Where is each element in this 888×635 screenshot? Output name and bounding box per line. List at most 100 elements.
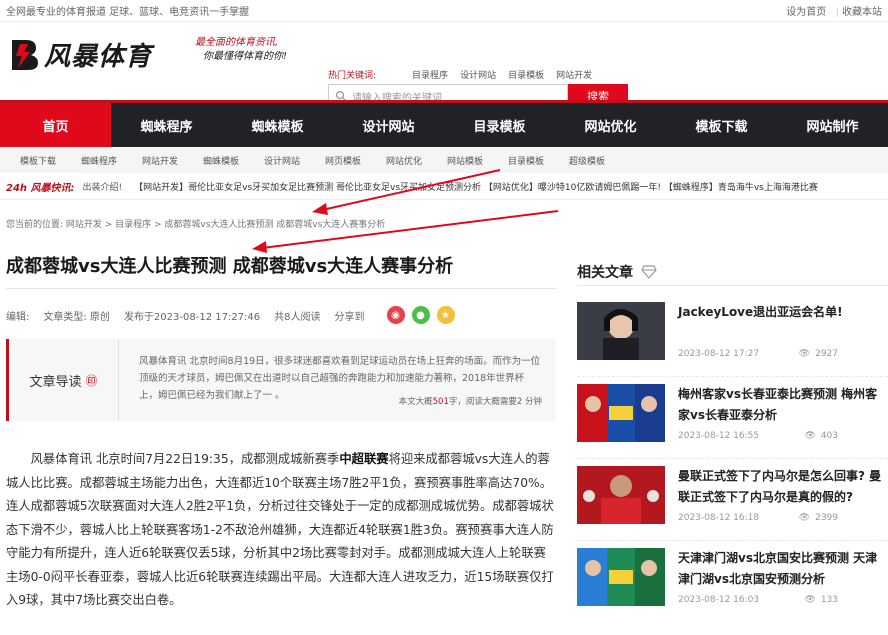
divider bbox=[577, 285, 888, 286]
breadcrumb[interactable]: 您当前的位置: 网站开发 > 目录程序 > 成都蓉城vs大连人比赛预测 成都蓉城… bbox=[6, 217, 385, 230]
related-title-link[interactable]: 天津津门湖vs北京国安比赛预测 天津津门湖vs北京国安预测分析 bbox=[678, 548, 883, 590]
guide-body: 风暴体育讯 北京时间8月19日，很多球迷都喜欢看到足球运动员在场上狂奔的场面。而… bbox=[119, 339, 556, 421]
divider bbox=[577, 540, 888, 541]
related-thumbnail[interactable] bbox=[577, 384, 665, 442]
slogan-line-2: 你最懂得体育的你! bbox=[203, 51, 288, 62]
guide-label: 文章导读㊞ bbox=[9, 339, 119, 421]
nav-item[interactable]: 目录模板 bbox=[444, 103, 555, 147]
article-text: 将迎来成都蓉城vs大连人的蓉城人比比赛。成都蓉城主场能力出色，大连都近10个联赛… bbox=[6, 452, 554, 607]
meta-share-label: 分享到 bbox=[334, 311, 365, 323]
related-card[interactable]: JackeyLove退出亚运会名单! 2023-08-12 17:27 👁 292… bbox=[577, 302, 888, 384]
subnav-item[interactable]: 设计网站 bbox=[264, 154, 325, 167]
hot-keyword[interactable]: 设计网站 bbox=[460, 68, 496, 81]
nav-item[interactable]: 网站优化 bbox=[555, 103, 666, 147]
ticker-item[interactable]: 【蜘蛛程序】青岛海牛vs上海海港比赛 bbox=[664, 183, 818, 193]
related-thumbnail[interactable] bbox=[577, 548, 665, 606]
related-date: 2023-08-12 17:27 bbox=[678, 349, 760, 359]
related-thumbnail[interactable] bbox=[577, 466, 665, 524]
divider: | bbox=[835, 7, 839, 18]
top-strip: 全网最专业的体育报道 足球、篮球、电竞资讯一手掌握 设为首页 | 收藏本站 bbox=[0, 0, 888, 22]
view-count: 👁 2927 bbox=[799, 349, 838, 359]
subnav-item[interactable]: 蜘蛛模板 bbox=[203, 154, 264, 167]
eye-icon: 👁 bbox=[798, 349, 811, 359]
player-photo-icon bbox=[577, 302, 665, 360]
guide-icon: ㊞ bbox=[85, 373, 98, 388]
view-count: 👁 403 bbox=[804, 431, 838, 441]
nav-item-home[interactable]: 首页 bbox=[0, 103, 111, 147]
header: 风暴体育 最全面的体育资讯, 你最懂得体育的你! 热门关键词: 目录程序 设计网… bbox=[0, 22, 888, 108]
views-number: 2927 bbox=[815, 349, 838, 359]
subnav-item[interactable]: 网页模板 bbox=[325, 154, 386, 167]
wechat-icon[interactable]: ● bbox=[411, 306, 430, 324]
subnav-item[interactable]: 模板下载 bbox=[20, 154, 81, 167]
eye-icon: 👁 bbox=[798, 513, 811, 523]
main-nav: 首页 蜘蛛程序 蜘蛛模板 设计网站 目录模板 网站优化 模板下载 网站制作 bbox=[0, 100, 888, 147]
weibo-icon[interactable]: ◉ bbox=[386, 306, 405, 324]
hot-keyword[interactable]: 目录程序 bbox=[412, 68, 448, 81]
logo-mark-icon bbox=[12, 39, 38, 70]
view-count: 👁 2399 bbox=[799, 513, 838, 523]
match-poster-icon bbox=[577, 548, 665, 606]
meta-type: 文章类型: 原创 bbox=[43, 311, 110, 323]
subnav-item[interactable]: 目录模板 bbox=[508, 154, 569, 167]
eye-icon: 👁 bbox=[804, 431, 816, 441]
views-number: 133 bbox=[820, 595, 838, 605]
word-count: 本文大概501字，阅读大概需要2 分钟 bbox=[399, 394, 542, 411]
views-number: 403 bbox=[820, 431, 838, 441]
meta-reads: 共8人阅读 bbox=[274, 311, 321, 323]
ticker-first[interactable]: 出装介绍! bbox=[83, 180, 123, 193]
divider bbox=[6, 288, 556, 289]
guide-label-text: 文章导读 bbox=[29, 374, 82, 390]
site-logo[interactable]: 风暴体育 bbox=[8, 36, 152, 73]
subnav-item[interactable]: 蜘蛛程序 bbox=[81, 154, 142, 167]
article-keyword-link[interactable]: 中超联赛 bbox=[339, 452, 388, 466]
nav-item[interactable]: 设计网站 bbox=[333, 103, 444, 147]
article-body: 风暴体育讯 北京时间7月22日19:35，成都测成城新赛季中超联赛将迎来成都蓉城… bbox=[6, 448, 556, 613]
ticker-item[interactable]: 【网站开发】哥伦比亚女足vs牙买加女足比赛预测 哥伦比亚女足vs牙买加女足预测分… bbox=[134, 183, 481, 193]
meta-editor: 编辑: bbox=[6, 311, 30, 323]
related-title-link[interactable]: JackeyLove退出亚运会名单! bbox=[678, 302, 883, 323]
nav-item[interactable]: 蜘蛛程序 bbox=[111, 103, 222, 147]
related-date: 2023-08-12 16:55 bbox=[678, 431, 760, 441]
subnav-item[interactable]: 网站优化 bbox=[386, 154, 447, 167]
related-date: 2023-08-12 16:03 bbox=[678, 595, 760, 605]
views-number: 2399 bbox=[815, 513, 838, 523]
site-tagline: 全网最专业的体育报道 足球、篮球、电竞资讯一手掌握 bbox=[6, 7, 250, 18]
hot-keyword[interactable]: 网站开发 bbox=[556, 68, 592, 81]
article-title: 成都蓉城vs大连人比赛预测 成都蓉城vs大连人赛事分析 bbox=[6, 256, 454, 277]
related-card[interactable]: 梅州客家vs长春亚泰比赛预测 梅州客家vs长春亚泰分析 2023-08-12 1… bbox=[577, 384, 888, 466]
related-card[interactable]: 天津津门湖vs北京国安比赛预测 天津津门湖vs北京国安预测分析 2023-08-… bbox=[577, 548, 888, 630]
article-guide: 文章导读㊞ 风暴体育讯 北京时间8月19日，很多球迷都喜欢看到足球运动员在场上狂… bbox=[6, 339, 556, 421]
count-suffix: 字，阅读大概需要2 分钟 bbox=[448, 397, 542, 407]
related-title-link[interactable]: 梅州客家vs长春亚泰比赛预测 梅州客家vs长春亚泰分析 bbox=[678, 384, 883, 426]
related-card[interactable]: 曼联正式签下了内马尔是怎么回事? 曼联正式签下了内马尔是真的假的? 2023-0… bbox=[577, 466, 888, 548]
divider bbox=[577, 458, 888, 459]
subnav-item[interactable]: 网站模板 bbox=[447, 154, 508, 167]
diamond-icon bbox=[641, 265, 657, 279]
meta-published: 发布于2023-08-12 17:27:46 bbox=[123, 311, 261, 323]
related-date: 2023-08-12 16:18 bbox=[678, 513, 760, 523]
eye-icon: 👁 bbox=[804, 595, 816, 605]
ticker-item[interactable]: 【网站优化】曝沙特10亿欧请姆巴佩踢一年! bbox=[484, 183, 661, 193]
related-thumbnail[interactable] bbox=[577, 302, 665, 360]
logo-text: 风暴体育 bbox=[44, 42, 153, 72]
related-title-link[interactable]: 曼联正式签下了内马尔是怎么回事? 曼联正式签下了内马尔是真的假的? bbox=[678, 466, 883, 508]
slogan-line-1: 最全面的体育资讯, bbox=[195, 37, 279, 48]
top-links: 设为首页 | 收藏本站 bbox=[786, 3, 882, 18]
set-home-link[interactable]: 设为首页 bbox=[786, 7, 826, 18]
nav-item[interactable]: 网站制作 bbox=[777, 103, 888, 147]
nav-item[interactable]: 模板下载 bbox=[666, 103, 777, 147]
match-poster-icon bbox=[577, 384, 665, 442]
nav-item[interactable]: 蜘蛛模板 bbox=[222, 103, 333, 147]
ticker-label: 24h 风暴快讯: bbox=[6, 182, 75, 194]
article-text: 风暴体育讯 北京时间7月22日19:35，成都测成城新赛季 bbox=[30, 452, 340, 466]
qzone-icon[interactable]: ★ bbox=[436, 306, 455, 324]
hot-keyword[interactable]: 目录模板 bbox=[508, 68, 544, 81]
subnav-item[interactable]: 网站开发 bbox=[142, 154, 203, 167]
sub-nav: 模板下载 蜘蛛程序 网站开发 蜘蛛模板 设计网站 网页模板 网站优化 网站模板 … bbox=[0, 147, 888, 173]
player-photo-icon bbox=[577, 466, 665, 524]
bookmark-link[interactable]: 收藏本站 bbox=[842, 7, 882, 18]
share-buttons: ◉ ● ★ bbox=[386, 306, 455, 324]
subnav-item[interactable]: 超级模板 bbox=[569, 154, 630, 167]
divider bbox=[577, 376, 888, 377]
